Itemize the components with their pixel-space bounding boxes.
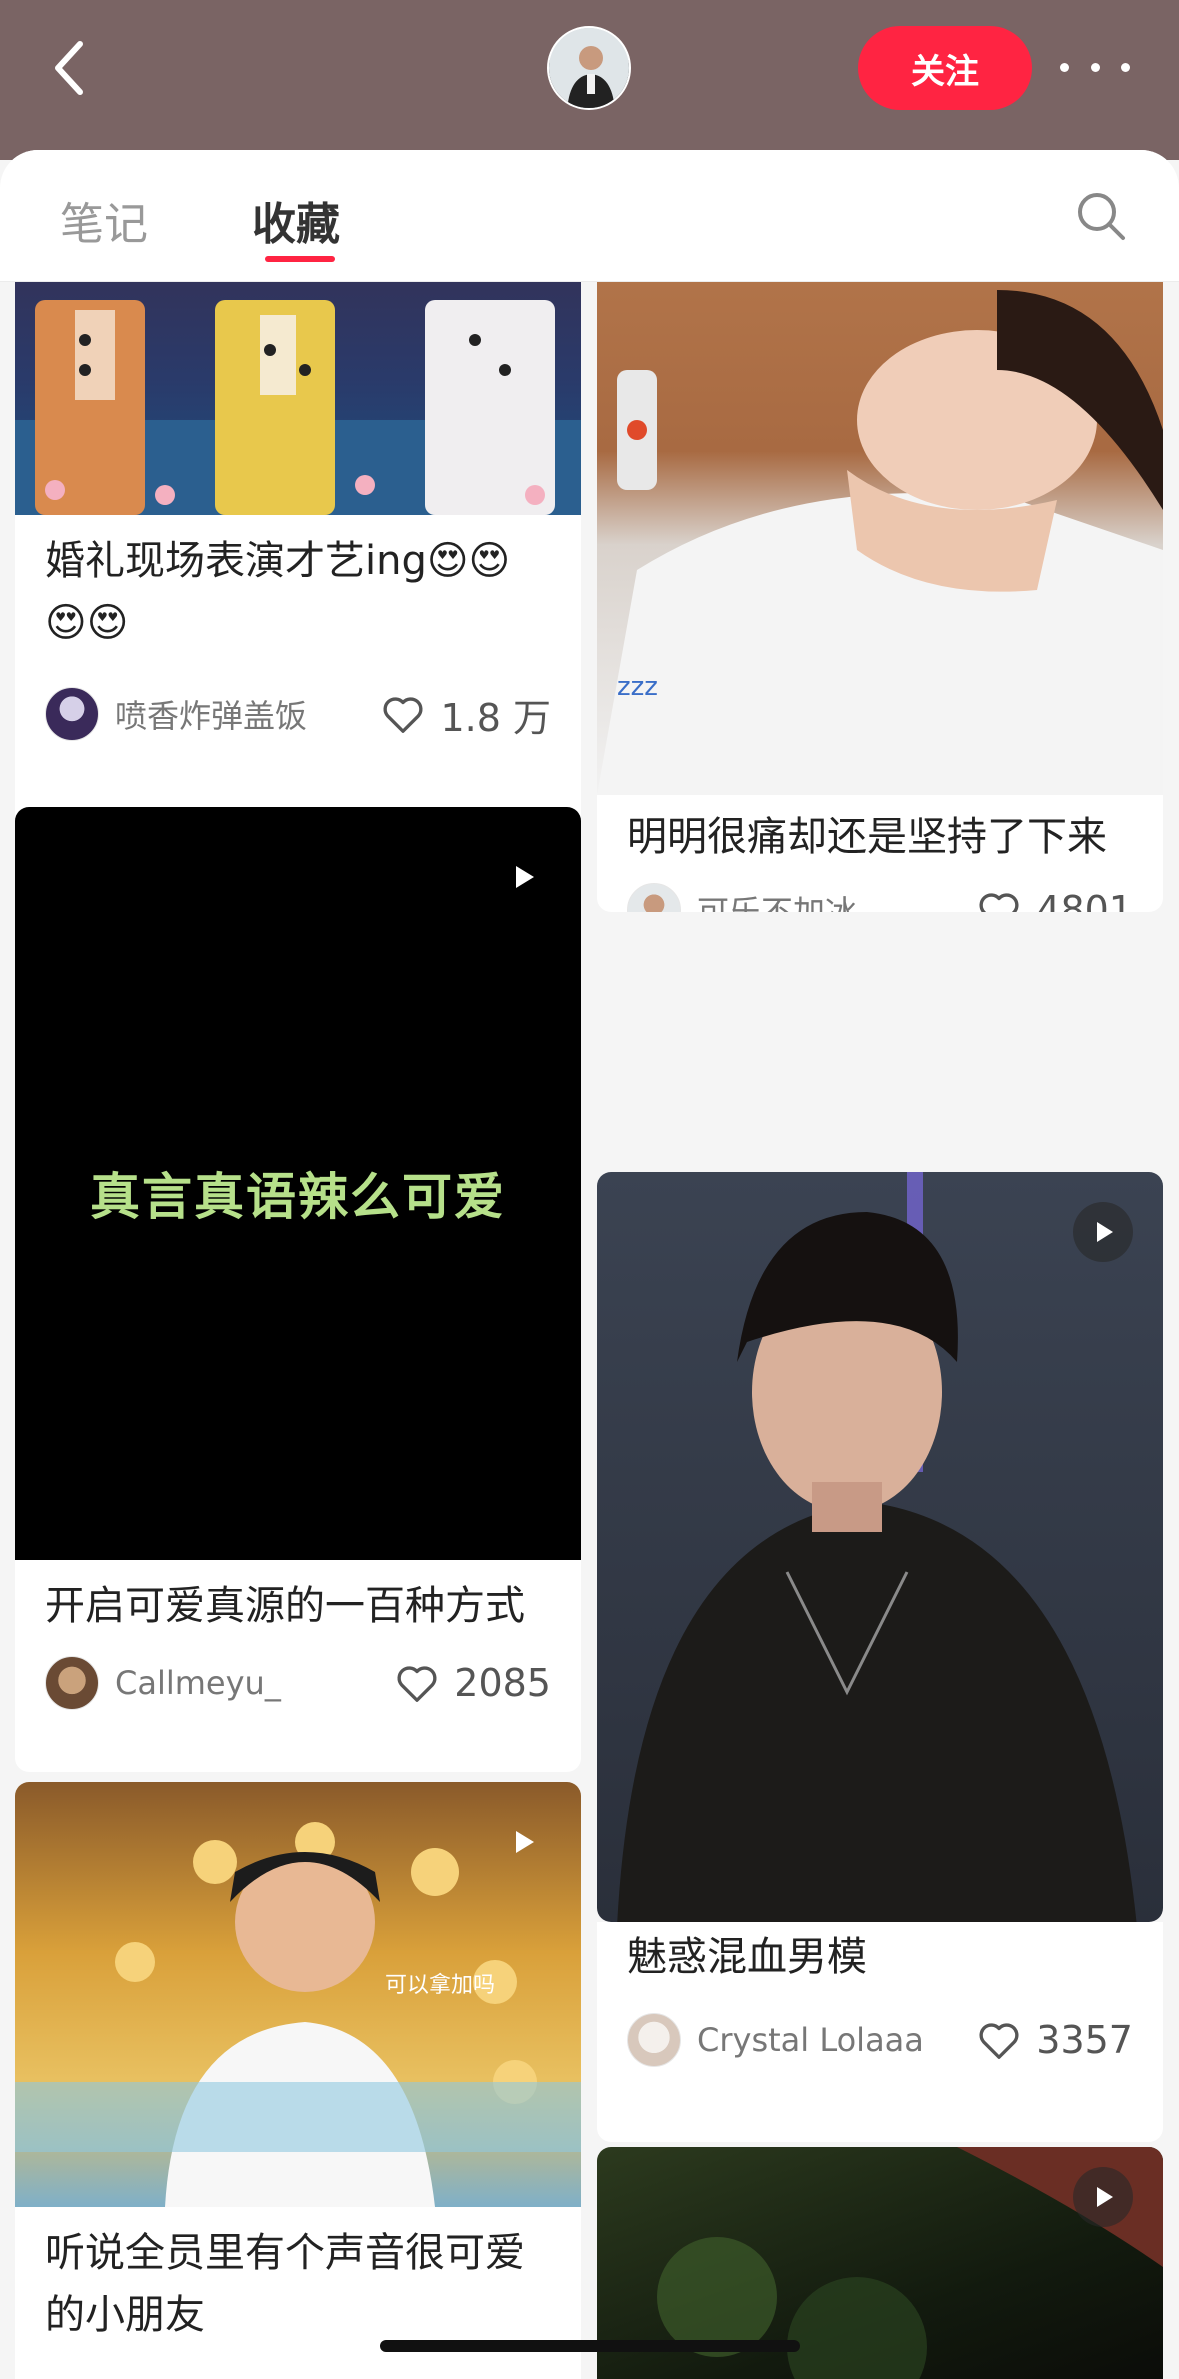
- search-button[interactable]: [1075, 190, 1127, 242]
- note-meta: 可乐不加冰 4801: [627, 882, 1133, 912]
- note-title: 明明很痛却还是坚持了下来: [627, 814, 1107, 860]
- note-title: 婚礼现场表演才艺ing😍😍😍😍: [45, 538, 511, 646]
- note-title: 听说全员里有个声音很可爱的小朋友: [45, 2230, 525, 2338]
- like-count: 4801: [1036, 888, 1133, 912]
- chevron-left-icon: [55, 41, 83, 95]
- heart-icon: [397, 1666, 437, 1702]
- tab-notes[interactable]: 笔记: [60, 188, 148, 252]
- active-tab-indicator: [265, 256, 335, 262]
- video-play-icon: [1073, 2167, 1133, 2227]
- author-name[interactable]: Callmeyu_: [115, 1664, 394, 1702]
- tab-bar: 笔记 收藏: [0, 150, 1179, 282]
- back-button[interactable]: [50, 38, 90, 98]
- like-count: 2085: [454, 1661, 551, 1705]
- more-dots-icon: [1060, 62, 1069, 72]
- note-cover-image: 真言真语辣么可爱: [15, 807, 581, 1560]
- note-card[interactable]: 魅惑混血男模: [597, 1172, 1163, 1922]
- note-title: 开启可爱真源的一百种方式: [45, 1583, 525, 1629]
- note-card-footer[interactable]: 魅惑混血男模 Crystal Lolaaa 3357: [597, 1922, 1163, 2142]
- video-play-icon: [1073, 1202, 1133, 1262]
- like-button[interactable]: 2085: [394, 1660, 551, 1706]
- video-play-icon: [493, 847, 553, 907]
- like-count: 3357: [1036, 2018, 1133, 2062]
- note-meta: 喷香炸弹盖饭 1.8 万: [45, 686, 551, 742]
- cover-caption: 可以拿加吗: [385, 1973, 496, 1998]
- note-meta: Crystal Lolaaa 3357: [627, 2012, 1133, 2068]
- video-play-icon: [493, 1812, 553, 1872]
- content-sheet: 笔记 收藏 婚礼现场表演才艺ing😍😍😍😍 喷香炸弹盖饭 1.8 万 真言真语辣…: [0, 150, 1179, 2379]
- note-card[interactable]: 可以拿加吗 听说全员里有个声音很可爱的小朋友: [15, 1782, 581, 2379]
- author-name[interactable]: Crystal Lolaaa: [697, 2021, 976, 2059]
- more-button[interactable]: [1060, 52, 1130, 82]
- like-button[interactable]: 1.8 万: [380, 687, 551, 742]
- author-avatar[interactable]: [627, 883, 681, 912]
- author-avatar[interactable]: [45, 687, 99, 741]
- heart-icon: [979, 893, 1019, 912]
- author-avatar[interactable]: [627, 2013, 681, 2067]
- note-cover-image: [597, 1172, 1163, 1922]
- cover-text: 真言真语辣么可爱: [90, 1168, 506, 1226]
- author-name[interactable]: 可乐不加冰: [697, 887, 976, 912]
- svg-text:zzz: zzz: [617, 672, 658, 702]
- user-avatar[interactable]: [547, 26, 631, 110]
- like-count: 1.8 万: [440, 695, 551, 740]
- like-button[interactable]: 3357: [976, 2017, 1133, 2063]
- home-indicator[interactable]: [380, 2340, 800, 2352]
- heart-icon: [383, 697, 424, 733]
- tab-favorites[interactable]: 收藏: [252, 188, 340, 252]
- note-title: 魅惑混血男模: [627, 1934, 867, 1980]
- note-card[interactable]: 真言真语辣么可爱 开启可爱真源的一百种方式 Callmeyu_ 2085: [15, 807, 581, 1772]
- search-icon: [1078, 193, 1125, 240]
- author-avatar[interactable]: [45, 1656, 99, 1710]
- heart-icon: [979, 2023, 1019, 2059]
- profile-header: 关注: [0, 0, 1179, 160]
- note-meta: Callmeyu_ 2085: [45, 1655, 551, 1711]
- like-button[interactable]: 4801: [976, 887, 1133, 912]
- author-name[interactable]: 喷香炸弹盖饭: [115, 691, 380, 737]
- follow-button[interactable]: 关注: [858, 26, 1032, 110]
